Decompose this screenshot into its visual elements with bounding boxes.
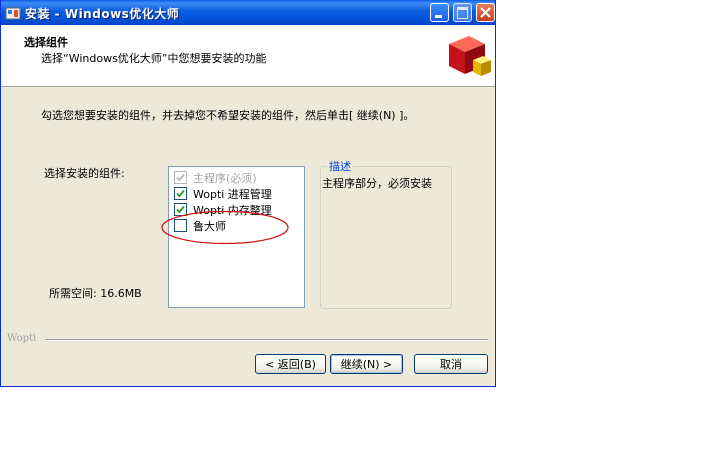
components-label: 选择安装的组件: xyxy=(44,167,125,180)
back-button[interactable]: < 返回(B) xyxy=(255,354,326,374)
description-legend: 描述 xyxy=(327,158,353,174)
installer-app-icon xyxy=(5,7,21,20)
checkbox-main xyxy=(174,171,187,184)
component-label: Wopti 进程管理 xyxy=(193,188,272,201)
minimize-button[interactable] xyxy=(430,3,449,22)
page-title: 选择组件 xyxy=(24,36,68,49)
description-text: 主程序部分，必须安装 xyxy=(322,177,432,190)
instruction-text: 勾选您想要安装的组件，并去掉您不希望安装的组件，然后单击[ 继续(N) ]。 xyxy=(41,109,415,122)
check-icon xyxy=(176,173,185,182)
check-icon xyxy=(176,189,185,198)
brand-label: Wopti xyxy=(7,333,37,344)
cancel-button[interactable]: 取消 xyxy=(414,354,488,374)
installer-window: 安装 - Windows优化大师 选择组件 选择“Windows优化大师”中您想… xyxy=(0,0,496,387)
window-title: 安装 - Windows优化大师 xyxy=(25,7,180,21)
annotation-ellipse xyxy=(161,210,289,245)
divider xyxy=(45,339,488,341)
title-bar[interactable]: 安装 - Windows优化大师 xyxy=(1,0,495,25)
page-header: 选择组件 选择“Windows优化大师”中您想要安装的功能 xyxy=(1,25,495,87)
page-subtitle: 选择“Windows优化大师”中您想要安装的功能 xyxy=(41,52,267,65)
close-button[interactable] xyxy=(476,3,495,22)
maximize-button[interactable] xyxy=(453,3,472,22)
checkbox-process[interactable] xyxy=(174,187,187,200)
installer-box-icon xyxy=(449,36,491,76)
next-button[interactable]: 继续(N) > xyxy=(330,354,403,374)
close-icon xyxy=(480,7,491,18)
component-label: 主程序(必须) xyxy=(193,172,257,185)
space-required: 所需空间: 16.6MB xyxy=(49,287,142,300)
